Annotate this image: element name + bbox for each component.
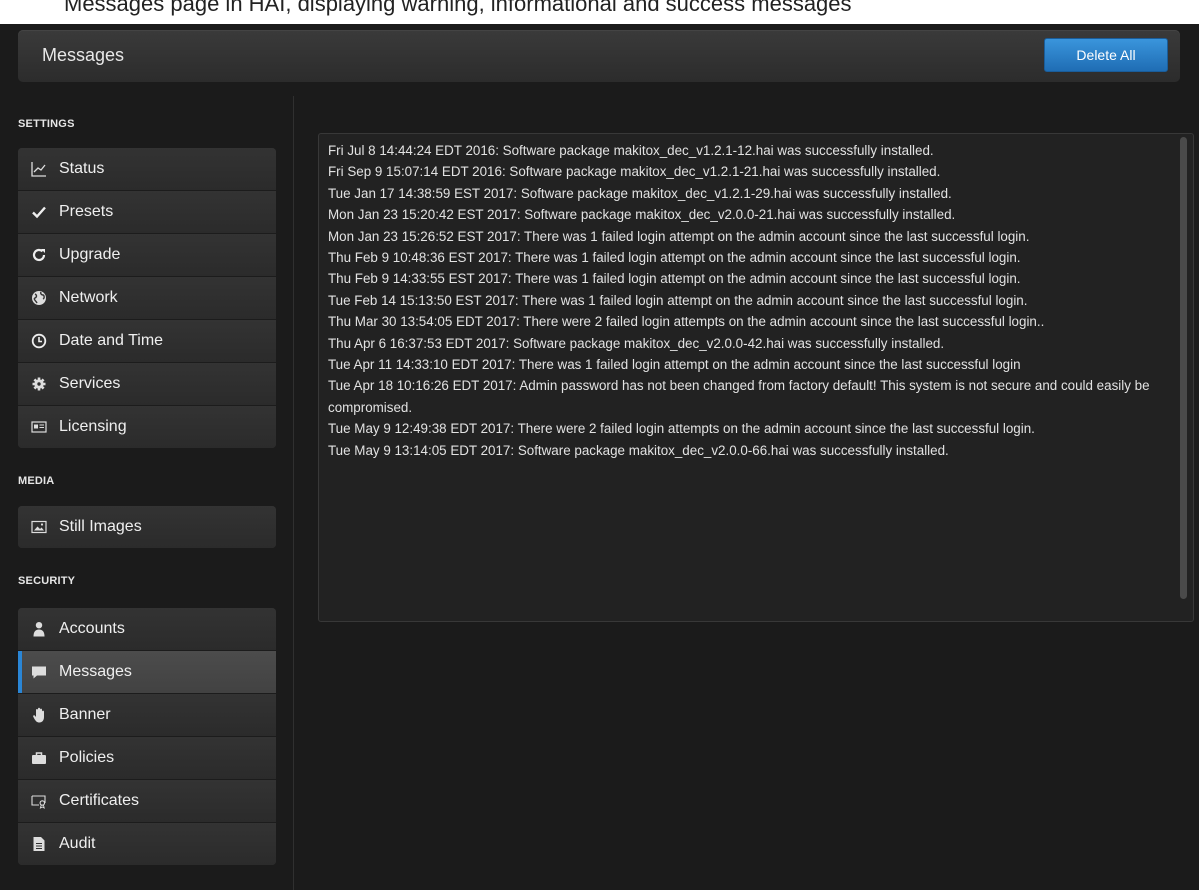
media-nav: Still Images (18, 506, 276, 548)
sidebar-item-network[interactable]: Network (18, 277, 276, 320)
sidebar-item-still-images[interactable]: Still Images (18, 506, 276, 548)
message-entry: Fri Jul 8 14:44:24 EDT 2016: Software pa… (328, 143, 934, 158)
sidebar-item-licensing[interactable]: Licensing (18, 406, 276, 448)
sidebar-item-label: Services (59, 375, 121, 392)
user-icon (30, 620, 48, 638)
sidebar-item-label: Licensing (59, 418, 127, 435)
image-icon (30, 518, 48, 536)
message-entry: Tue Jan 17 14:38:59 EST 2017: Software p… (328, 185, 952, 201)
message-entry: Thu Apr 6 16:37:53 EDT 2017: Software pa… (328, 335, 945, 351)
sidebar-item-label: Presets (59, 203, 114, 220)
message-entry: Tue May 9 12:49:38 EDT 2017: There were … (328, 421, 1035, 437)
sidebar-item-label: Network (59, 289, 118, 306)
sidebar-item-banner[interactable]: Banner (18, 694, 276, 737)
clock-icon (30, 332, 48, 350)
sidebar-item-label: Accounts (59, 620, 125, 637)
sidebar-item-presets[interactable]: Presets (18, 191, 276, 234)
sidebar-item-messages[interactable]: Messages (18, 651, 276, 694)
page-caption: Messages page in HAI, displaying warning… (0, 0, 1199, 24)
sidebar-item-services[interactable]: Services (18, 363, 276, 406)
message-entry: Mon Jan 23 15:26:52 EST 2017: There was … (328, 228, 1030, 244)
section-label-security: SECURITY (18, 575, 76, 587)
sidebar-item-label: Upgrade (59, 246, 121, 263)
sidebar-item-accounts[interactable]: Accounts (18, 608, 276, 651)
license-card-icon (30, 418, 48, 436)
sidebar-item-label: Messages (59, 663, 132, 680)
page-header: Messages Delete All (18, 30, 1180, 82)
message-entry: Thu Feb 9 14:33:55 EST 2017: There was 1… (328, 271, 1021, 287)
delete-all-button[interactable]: Delete All (1044, 38, 1168, 72)
globe-icon (30, 289, 48, 307)
message-entry: Fri Sep 9 15:07:14 EDT 2016: Software pa… (328, 164, 941, 180)
sidebar: SETTINGS Status Presets Upgrade Network Date… (0, 96, 294, 890)
sidebar-item-audit[interactable]: Audit (18, 823, 276, 865)
sidebar-item-date-and-time[interactable]: Date and Time (18, 320, 276, 363)
section-label-settings: SETTINGS (18, 118, 75, 130)
sidebar-item-label: Policies (59, 749, 115, 766)
sidebar-item-label: Certificates (59, 792, 140, 809)
hand-icon (30, 706, 48, 724)
document-icon (30, 835, 48, 853)
message-entry: Tue Apr 11 14:33:10 EDT 2017: There was … (328, 357, 1021, 373)
security-nav: Accounts Messages Banner Policies Certificat… (18, 608, 276, 865)
sidebar-item-label: Date and Time (59, 332, 164, 349)
message-entry: Thu Feb 9 10:48:36 EST 2017: There was 1… (328, 250, 1021, 266)
message-entry: Mon Jan 23 15:20:42 EST 2017: Software p… (328, 207, 956, 223)
certificate-icon (30, 792, 48, 810)
sidebar-item-upgrade[interactable]: Upgrade (18, 234, 276, 277)
message-icon (30, 663, 48, 681)
page-title: Messages (42, 45, 125, 65)
caption-text: Messages page in HAI, displaying warning… (64, 0, 852, 16)
sidebar-item-policies[interactable]: Policies (18, 737, 276, 780)
briefcase-icon (30, 749, 48, 767)
sidebar-item-label: Banner (59, 706, 111, 723)
sidebar-item-label: Still Images (59, 518, 142, 535)
sidebar-item-label: Audit (59, 835, 96, 852)
section-label-media: MEDIA (18, 475, 55, 487)
message-log: Fri Jul 8 14:44:24 EDT 2016: Software pa… (328, 140, 1180, 461)
message-entry: Thu Mar 30 13:54:05 EDT 2017: There were… (328, 314, 1045, 330)
sidebar-item-label: Status (59, 160, 105, 177)
chart-icon (30, 160, 48, 178)
sidebar-item-certificates[interactable]: Certificates (18, 780, 276, 823)
settings-nav: Status Presets Upgrade Network Date and Time… (18, 148, 276, 448)
checkmark-icon (30, 203, 48, 221)
scrollbar[interactable] (1180, 137, 1187, 599)
message-entry: Tue Feb 14 15:13:50 EST 2017: There was … (328, 292, 1028, 308)
gear-icon (30, 375, 48, 393)
messages-panel: Fri Jul 8 14:44:24 EDT 2016: Software pa… (318, 133, 1194, 622)
message-entry: Tue Apr 18 10:16:26 EDT 2017: Admin pass… (328, 378, 1150, 415)
refresh-icon (30, 246, 48, 264)
message-entry: Tue May 9 13:14:05 EDT 2017: Software pa… (328, 442, 949, 458)
sidebar-item-status[interactable]: Status (18, 148, 276, 191)
